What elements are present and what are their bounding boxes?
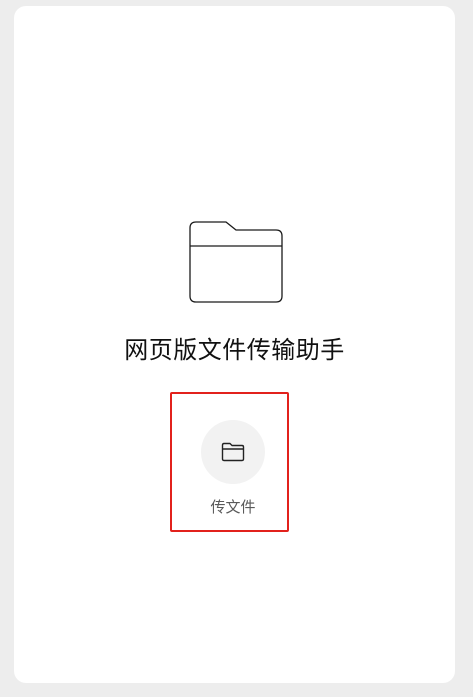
send-file-icon-circle[interactable] — [201, 420, 265, 484]
main-card: 网页版文件传输助手 传文件 — [14, 6, 455, 683]
folder-icon — [221, 442, 245, 462]
send-file-button[interactable]: 传文件 — [201, 420, 265, 517]
page-title: 网页版文件传输助手 — [124, 336, 345, 364]
folder-icon — [189, 221, 283, 303]
send-file-label: 传文件 — [210, 498, 256, 516]
